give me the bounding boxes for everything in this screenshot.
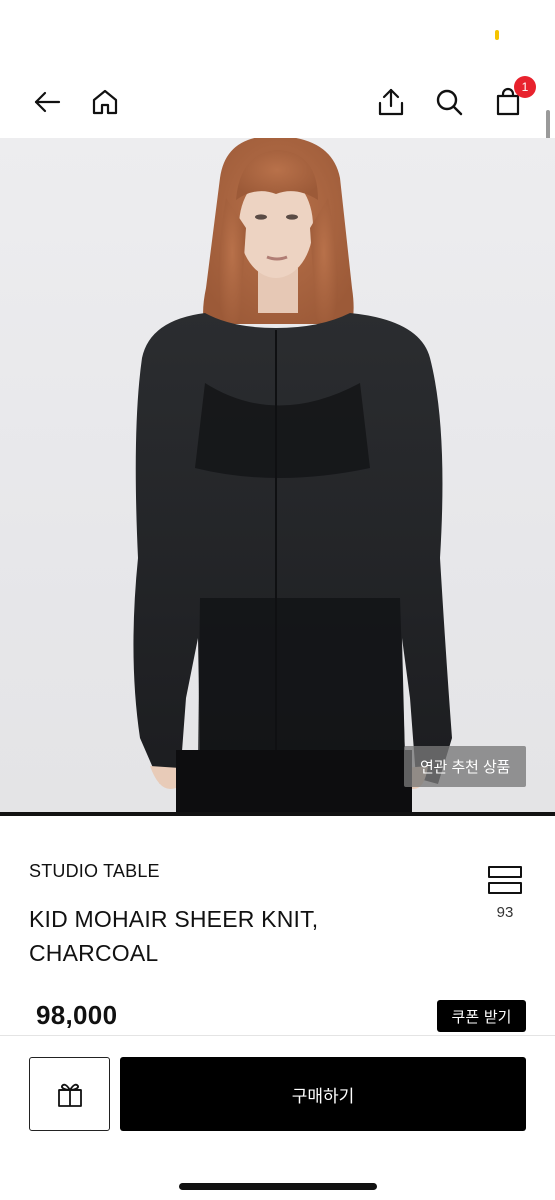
product-title: KID MOHAIR SHEER KNIT, CHARCOAL bbox=[29, 902, 409, 970]
bottom-action-bar: 구매하기 bbox=[0, 1035, 555, 1200]
arrow-left-icon bbox=[34, 91, 61, 113]
gift-button[interactable] bbox=[29, 1057, 110, 1131]
product-title-line-1: KID MOHAIR SHEER KNIT, bbox=[29, 906, 319, 932]
product-price: 98,000 bbox=[36, 1000, 118, 1030]
home-indicator bbox=[179, 1183, 377, 1190]
share-button[interactable] bbox=[371, 82, 411, 122]
brand-name[interactable]: STUDIO TABLE bbox=[29, 861, 160, 882]
back-button[interactable] bbox=[27, 82, 67, 122]
model-photo bbox=[133, 138, 453, 814]
layout-toggle-button[interactable]: 93 bbox=[483, 862, 527, 932]
top-navigation-bar: 1 bbox=[0, 70, 555, 136]
image-divider bbox=[0, 812, 555, 816]
layout-rows-icon-lower bbox=[488, 882, 522, 894]
buy-button[interactable]: 구매하기 bbox=[120, 1057, 526, 1131]
status-indicator-dot bbox=[495, 30, 499, 40]
cart-count-badge: 1 bbox=[514, 76, 536, 98]
home-icon bbox=[92, 89, 118, 115]
layout-rows-icon bbox=[488, 866, 522, 878]
search-button[interactable] bbox=[429, 82, 469, 122]
share-upload-icon bbox=[378, 88, 404, 116]
coupon-button[interactable]: 쿠폰 받기 bbox=[437, 1000, 526, 1032]
product-title-line-2: CHARCOAL bbox=[29, 940, 159, 966]
layout-count: 93 bbox=[496, 904, 514, 921]
home-button[interactable] bbox=[85, 82, 125, 122]
status-bar bbox=[0, 0, 555, 70]
search-icon bbox=[436, 89, 463, 116]
product-image[interactable] bbox=[0, 138, 555, 814]
gift-icon bbox=[57, 1083, 82, 1107]
cart-button[interactable]: 1 bbox=[488, 76, 536, 122]
related-products-button[interactable]: 연관 추천 상품 bbox=[404, 746, 526, 787]
